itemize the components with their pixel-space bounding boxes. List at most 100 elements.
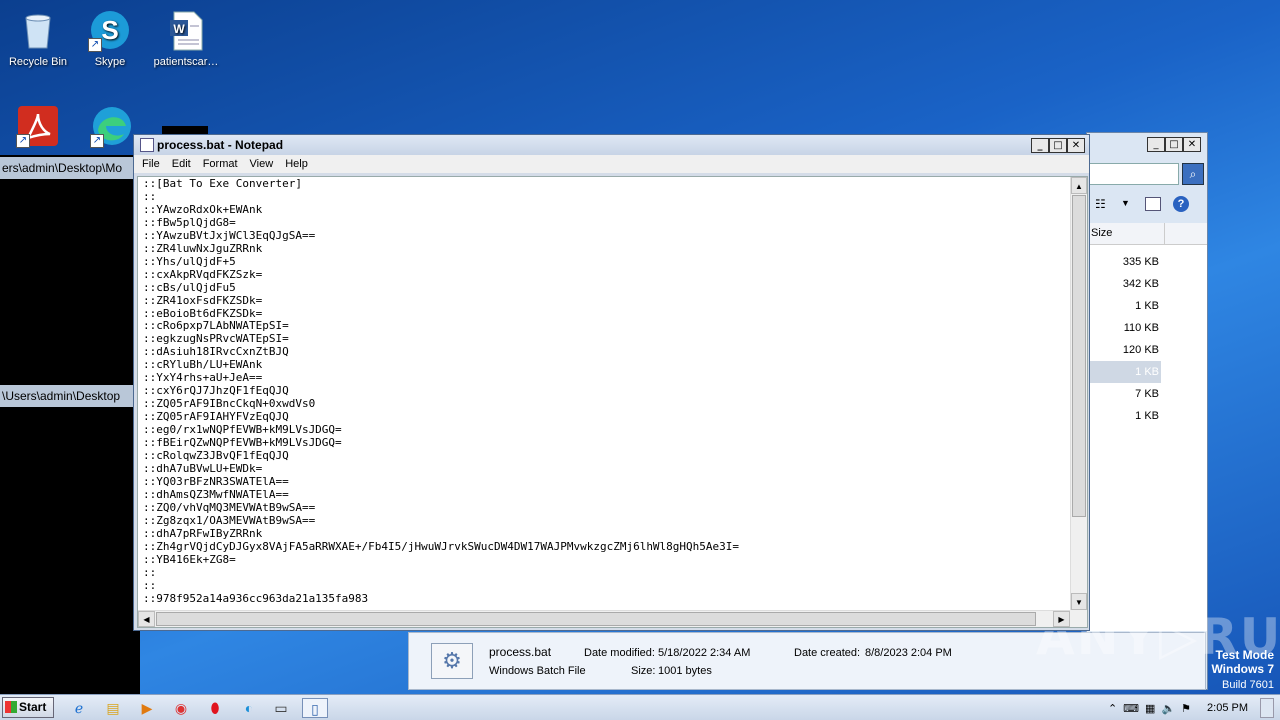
scroll-thumb[interactable] — [156, 612, 1036, 626]
console-title: ers\admin\Desktop\Mo — [0, 157, 140, 179]
text-line[interactable]: ::fBw5plQjdG8= — [143, 216, 739, 230]
desktop-icon-label: Recycle Bin — [8, 56, 68, 68]
ie-icon[interactable]: ℯ — [66, 698, 92, 718]
search-input[interactable] — [1087, 163, 1179, 185]
resize-grip[interactable] — [1070, 610, 1087, 627]
svg-text:S: S — [101, 15, 118, 45]
list-item-size[interactable]: 1 KB — [1087, 295, 1207, 317]
scroll-thumb[interactable] — [1072, 195, 1086, 517]
desktop-icon-patientscar[interactable]: W patientscar… — [148, 2, 224, 68]
minimize-button[interactable]: _ — [1031, 137, 1049, 153]
editor-content[interactable]: ::[Bat To Exe Converter]::::YAwzoRdxOk+E… — [143, 177, 739, 606]
window-controls: _ □ ✕ — [1031, 137, 1085, 153]
details-filename: process.bat — [489, 645, 552, 659]
text-editor[interactable]: ::[Bat To Exe Converter]::::YAwzoRdxOk+E… — [137, 176, 1088, 628]
scroll-up-icon[interactable]: ▲ — [1071, 177, 1087, 194]
recycle-bin-icon — [16, 8, 60, 52]
column-header-size[interactable]: Size — [1087, 223, 1165, 244]
menu-help[interactable]: Help — [279, 158, 314, 170]
network-icon[interactable]: ▦ — [1145, 702, 1155, 715]
vertical-scrollbar[interactable]: ▲ ▼ — [1070, 177, 1087, 610]
text-line[interactable]: ::Yhs/ulQjdF+5 — [143, 255, 739, 269]
text-line[interactable]: ::YQ03rBFzNR3SWATElA== — [143, 475, 739, 489]
shortcut-arrow-icon: ↗ — [16, 134, 30, 148]
preview-pane-icon[interactable] — [1145, 197, 1161, 211]
scroll-left-icon[interactable]: ◀ — [138, 611, 155, 627]
desktop-icon-recycle-bin[interactable]: Recycle Bin — [0, 2, 76, 68]
text-line[interactable]: :: — [143, 190, 739, 204]
text-line[interactable]: ::cxAkpRVqdFKZSzk= — [143, 268, 739, 282]
test-mode-line2: Windows 7 — [1211, 662, 1274, 676]
text-line[interactable]: ::dhA7uBVwLU+EWDk= — [143, 462, 739, 476]
file-list[interactable]: Size 335 KB 342 KB 1 KB 110 KB 120 KB 1 … — [1087, 223, 1207, 631]
text-line[interactable]: ::ZQ0/vhVqMQ3MEVWAtB9wSA== — [143, 501, 739, 515]
list-item-size[interactable]: 120 KB — [1087, 339, 1207, 361]
notepad-window[interactable]: process.bat - Notepad _ □ ✕ File Edit Fo… — [133, 134, 1090, 631]
tray-chevron-up-icon[interactable]: ⌃ — [1108, 702, 1117, 715]
list-item-size[interactable]: 110 KB — [1087, 317, 1207, 339]
volume-icon[interactable]: 🔈 — [1161, 702, 1175, 715]
console-title: \Users\admin\Desktop — [0, 385, 134, 407]
list-item-size[interactable]: 342 KB — [1087, 273, 1207, 295]
list-item-size-selected[interactable]: 1 KB — [1087, 361, 1161, 383]
scroll-right-icon[interactable]: ▶ — [1053, 611, 1070, 627]
details-filetype: Windows Batch File — [489, 665, 586, 677]
text-line[interactable]: :: — [143, 566, 739, 580]
console-window-top[interactable]: ers\admin\Desktop\Mo — [0, 155, 140, 383]
explorer-window[interactable]: _ □ ✕ ⌕ ☷ ▼ ? Size 335 KB 342 KB 1 KB 11… — [1086, 132, 1208, 690]
console-window-bottom[interactable]: \Users\admin\Desktop — [0, 383, 140, 695]
list-item-size[interactable]: 7 KB — [1087, 383, 1207, 405]
desktop-icon-acrobat[interactable]: ↗ — [0, 98, 76, 152]
menu-view[interactable]: View — [244, 158, 280, 170]
text-line[interactable]: ::YAwzuBVtJxjWCl3EqQJgSA== — [143, 229, 739, 243]
list-item-size[interactable]: 1 KB — [1087, 405, 1207, 427]
menu-file[interactable]: File — [136, 158, 166, 170]
views-icon[interactable]: ☷ — [1095, 197, 1106, 211]
text-line[interactable]: ::Zg8zqx1/OA3MEVWAtB9wSA== — [143, 514, 739, 528]
chevron-down-icon[interactable]: ▼ — [1121, 198, 1130, 208]
maximize-button[interactable]: □ — [1049, 137, 1067, 153]
show-desktop-button[interactable] — [1260, 698, 1274, 718]
text-line[interactable]: ::ZR4luwNxJguZRRnk — [143, 242, 739, 256]
text-line[interactable]: :: — [143, 579, 739, 593]
scroll-down-icon[interactable]: ▼ — [1071, 593, 1087, 610]
minimize-button[interactable]: _ — [1147, 137, 1165, 152]
close-button[interactable]: ✕ — [1067, 137, 1085, 153]
text-line[interactable]: ::[Bat To Exe Converter] — [143, 177, 739, 191]
text-line[interactable]: ::dhAmsQZ3MwfNWATElA== — [143, 488, 739, 502]
clock[interactable]: 2:05 PM — [1207, 702, 1248, 714]
help-icon[interactable]: ? — [1173, 196, 1189, 212]
explorer-icon[interactable]: ▤ — [100, 698, 126, 718]
text-line[interactable]: ::ZR41oxFsdFKZSDk= — [143, 294, 739, 308]
shortcut-arrow-icon: ↗ — [88, 38, 102, 52]
search-icon[interactable]: ⌕ — [1182, 163, 1204, 185]
menu-format[interactable]: Format — [197, 158, 244, 170]
media-player-icon[interactable]: ▶ — [134, 698, 160, 718]
desktop-icon-skype[interactable]: S ↗ Skype — [72, 2, 148, 68]
cmd-icon[interactable]: ▭ — [268, 698, 294, 718]
list-item-size[interactable]: 335 KB — [1087, 251, 1207, 273]
windows-logo-icon — [5, 701, 17, 713]
keyboard-icon[interactable]: ⌨ — [1123, 702, 1139, 715]
menu-edit[interactable]: Edit — [166, 158, 197, 170]
details-date-modified: 5/18/2022 2:34 AM — [658, 647, 751, 659]
text-line[interactable]: ::cBs/ulQjdFu5 — [143, 281, 739, 295]
action-center-flag-icon[interactable]: ⚑ — [1181, 702, 1191, 715]
text-line[interactable]: ::Zh4grVQjdCyDJGyx8VAjFA5aRRWXAE+/Fb4I5/… — [143, 540, 739, 554]
edge-icon[interactable]: ◐ — [236, 698, 262, 718]
text-line[interactable]: ::YAwzoRdxOk+EWAnk — [143, 203, 739, 217]
horizontal-scrollbar[interactable]: ◀ ▶ — [138, 610, 1070, 627]
text-line[interactable]: ::dhA7pRFwIByZRRnk — [143, 527, 739, 541]
notepad-taskbar-icon[interactable]: ▯ — [302, 698, 328, 718]
chrome-icon[interactable]: ◉ — [168, 698, 194, 718]
start-button[interactable]: Start — [2, 697, 54, 718]
details-date-created: 8/8/2023 2:04 PM — [865, 647, 952, 659]
text-line[interactable]: ::YB416Ek+ZG8= — [143, 553, 739, 567]
text-line[interactable]: ::978f952a14a936cc963da21a135fa983 — [143, 592, 739, 606]
notepad-titlebar[interactable]: process.bat - Notepad _ □ ✕ — [134, 135, 1089, 155]
taskbar: Start ℯ ▤ ▶ ◉ ⬮ ◐ ▭ ▯ ⌃ ⌨ ▦ 🔈 ⚑ 2:05 PM — [0, 694, 1280, 720]
maximize-button[interactable]: □ — [1165, 137, 1183, 152]
opera-icon[interactable]: ⬮ — [202, 698, 228, 718]
close-button[interactable]: ✕ — [1183, 137, 1201, 152]
skype-icon: S ↗ — [88, 8, 132, 52]
